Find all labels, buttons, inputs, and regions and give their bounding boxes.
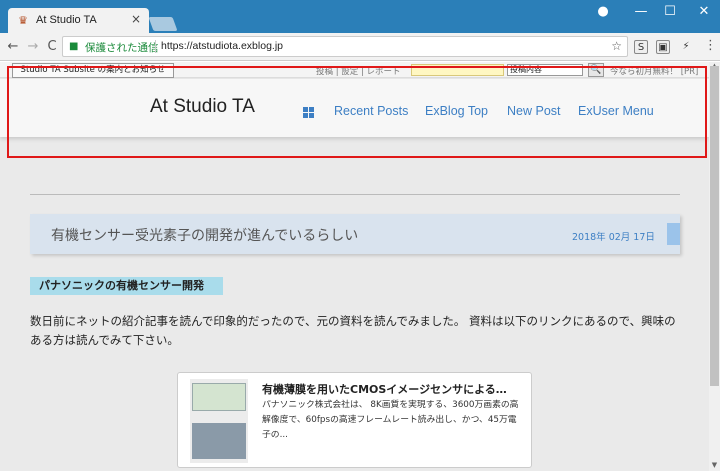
tab-close-icon[interactable]: × [131,12,141,26]
browser-title-bar: ♛ At Studio TA × ● — ☐ ✕ [0,0,720,34]
post-header-tab [667,223,680,245]
link-card-title[interactable]: 有機薄膜を用いたCMOSイメージセンサによる… [262,381,524,397]
section-label: パナソニックの有機センサー開発 [30,277,223,295]
url-text[interactable]: https://atstudiota.exblog.jp [161,40,283,52]
browser-toolbar: ← → C ■ 保護された通信 https://atstudiota.exblo… [0,33,720,61]
reload-button[interactable]: C [45,39,59,54]
page-viewport: Studio TA Subsite の案内とお知らせ 投稿 | 設定 | レポー… [0,62,709,471]
new-tab-button[interactable] [148,17,178,31]
extension-bolt-icon[interactable]: ⚡ [679,40,693,54]
thumbnail-chart [192,383,246,411]
post-title[interactable]: 有機センサー受光素子の開発が進んでいるらしい [51,225,358,245]
post-date: 2018年 02月 17日 [572,232,655,243]
link-card-thumbnail [190,379,248,463]
scroll-thumb[interactable] [710,66,719,386]
address-bar[interactable]: ■ 保護された通信 https://atstudiota.exblog.jp ☆ [62,36,628,57]
scroll-down-icon[interactable]: ▼ [710,461,719,471]
link-preview-card[interactable]: 有機薄膜を用いたCMOSイメージセンサによる… パナソニック株式会社は、 8K画… [177,372,532,468]
browser-tab[interactable]: ♛ At Studio TA × [8,8,149,34]
minimize-button[interactable]: — [631,4,651,19]
exblog-favicon-icon: ♛ [18,14,28,27]
extension-s-icon[interactable]: S [634,40,648,54]
thumbnail-photos [192,423,246,459]
content-divider [30,194,680,195]
tab-title: At Studio TA [36,14,97,26]
highlight-box [7,66,707,158]
link-card-description: パナソニック株式会社は、 8K画質を実現する、3600万画素の高解像度で、60f… [262,400,519,440]
post-body-text: 数日前にネットの紹介記事を読んで印象的だったので、元の資料を読んでみました。 資… [30,314,676,347]
lock-icon: ■ [69,41,79,52]
maximize-button[interactable]: ☐ [660,4,680,19]
secure-label: 保護された通信 [85,42,159,54]
post-header: 有機センサー受光素子の開発が進んでいるらしい 2018年 02月 17日 [30,214,680,254]
bookmark-star-icon[interactable]: ☆ [611,39,622,53]
browser-menu-icon[interactable]: ⋮ [704,38,717,53]
close-window-button[interactable]: ✕ [694,4,714,19]
extension-screenshot-icon[interactable]: ▣ [656,40,670,54]
back-button[interactable]: ← [6,39,20,54]
page-scrollbar[interactable]: ▲ ▼ [709,62,720,471]
profile-icon[interactable]: ● [593,4,613,19]
forward-button[interactable]: → [26,39,40,54]
url-separator [155,40,156,53]
